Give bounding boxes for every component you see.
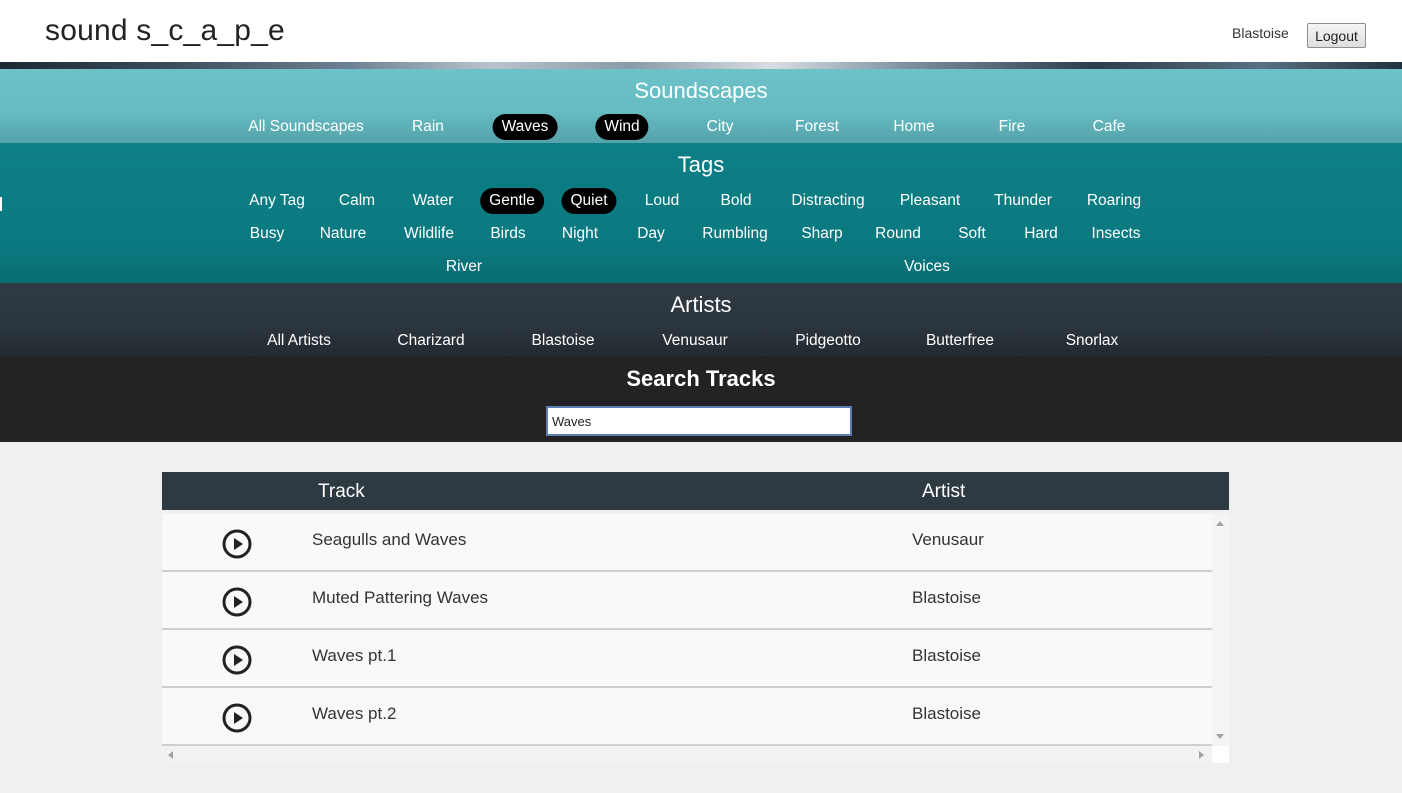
search-tracks-input[interactable] (546, 406, 852, 436)
tag-item-loud[interactable]: Loud (645, 188, 679, 214)
track-artist: Blastoise (912, 704, 981, 723)
artists-section: Artists All Artists Charizard Blastoise … (0, 283, 1402, 356)
track-name: Waves pt.1 (312, 646, 397, 665)
chevron-left-icon[interactable] (168, 751, 173, 759)
soundscape-item-waves[interactable]: Waves (492, 114, 558, 140)
tag-item-day[interactable]: Day (637, 221, 665, 247)
tag-item-river[interactable]: River (446, 254, 482, 280)
column-header-artist: Artist (922, 481, 966, 502)
soundscape-item-forest[interactable]: Forest (795, 114, 839, 140)
artist-item-blastoise[interactable]: Blastoise (532, 328, 595, 354)
tag-item-gentle[interactable]: Gentle (480, 188, 544, 214)
artist-item-snorlax[interactable]: Snorlax (1066, 328, 1119, 354)
chevron-up-icon[interactable] (1216, 521, 1224, 526)
search-section: Search Tracks (0, 356, 1402, 442)
track-artist: Blastoise (912, 646, 981, 665)
tag-item-soft[interactable]: Soft (958, 221, 986, 247)
soundscape-item-rain[interactable]: Rain (412, 114, 444, 140)
tag-item-sharp[interactable]: Sharp (801, 221, 842, 247)
track-artist: Venusaur (912, 530, 984, 549)
tag-item-rumbling[interactable]: Rumbling (702, 221, 767, 247)
soundscape-item-home[interactable]: Home (893, 114, 934, 140)
tag-item-wildlife[interactable]: Wildlife (404, 221, 454, 247)
table-row: Muted Pattering Waves Blastoise (162, 572, 1212, 630)
artist-item-all[interactable]: All Artists (267, 328, 331, 354)
horizontal-scrollbar[interactable] (162, 746, 1212, 763)
artists-title: Artists (670, 292, 732, 317)
play-circle-icon[interactable] (222, 587, 252, 617)
artist-item-charizard[interactable]: Charizard (397, 328, 464, 354)
tag-item-voices[interactable]: Voices (904, 254, 950, 280)
track-artist: Blastoise (912, 588, 981, 607)
tag-item-any[interactable]: Any Tag (249, 188, 305, 214)
tag-item-pleasant[interactable]: Pleasant (900, 188, 960, 214)
current-user-name: Blastoise (1232, 25, 1289, 41)
vertical-scrollbar[interactable] (1212, 514, 1229, 746)
play-circle-icon[interactable] (222, 529, 252, 559)
tag-item-quiet[interactable]: Quiet (561, 188, 617, 214)
tag-item-nature[interactable]: Nature (320, 221, 367, 247)
play-circle-icon[interactable] (222, 645, 252, 675)
column-header-track: Track (318, 481, 365, 502)
soundscapes-section: Soundscapes All Soundscapes Rain Waves W… (0, 69, 1402, 143)
tags-title: Tags (677, 152, 725, 177)
soundscape-item-fire[interactable]: Fire (999, 114, 1026, 140)
tag-item-hard[interactable]: Hard (1024, 221, 1058, 247)
table-row: Seagulls and Waves Venusaur (162, 514, 1212, 572)
search-title: Search Tracks (626, 366, 776, 391)
artist-item-pidgeotto[interactable]: Pidgeotto (795, 328, 861, 354)
play-circle-icon[interactable] (222, 703, 252, 733)
tag-item-birds[interactable]: Birds (490, 221, 525, 247)
header-banner-image (0, 62, 1402, 69)
app-title: sound s_c_a_p_e (45, 14, 285, 47)
tag-item-night[interactable]: Night (562, 221, 598, 247)
soundscape-item-cafe[interactable]: Cafe (1093, 114, 1126, 140)
artist-item-butterfree[interactable]: Butterfree (926, 328, 994, 354)
chevron-down-icon[interactable] (1216, 734, 1224, 739)
left-edge-marker (0, 197, 2, 211)
scrollbar-corner (1212, 746, 1229, 763)
track-name: Muted Pattering Waves (312, 588, 489, 607)
tracks-table-body: Seagulls and Waves Venusaur Muted Patter… (162, 514, 1212, 746)
soundscape-item-all[interactable]: All Soundscapes (248, 114, 363, 140)
tag-item-distracting[interactable]: Distracting (791, 188, 864, 214)
tag-item-calm[interactable]: Calm (339, 188, 375, 214)
tag-item-round[interactable]: Round (875, 221, 921, 247)
chevron-right-icon[interactable] (1199, 751, 1204, 759)
tag-item-insects[interactable]: Insects (1091, 221, 1140, 247)
tags-section: Tags Any Tag Calm Water Gentle Quiet Lou… (0, 143, 1402, 283)
tag-item-roaring[interactable]: Roaring (1087, 188, 1141, 214)
soundscape-item-city[interactable]: City (707, 114, 734, 140)
tag-item-busy[interactable]: Busy (250, 221, 284, 247)
tag-item-bold[interactable]: Bold (720, 188, 751, 214)
track-name: Seagulls and Waves (312, 530, 467, 549)
soundscape-item-wind[interactable]: Wind (595, 114, 649, 140)
tag-item-water[interactable]: Water (413, 188, 454, 214)
artist-item-venusaur[interactable]: Venusaur (662, 328, 728, 354)
tag-item-thunder[interactable]: Thunder (994, 188, 1052, 214)
soundscapes-title: Soundscapes (634, 78, 768, 103)
table-row: Waves pt.2 Blastoise (162, 688, 1212, 746)
tracks-table-header: Track Artist (162, 472, 1229, 510)
logout-button[interactable]: Logout (1307, 23, 1366, 48)
track-name: Waves pt.2 (312, 704, 397, 723)
table-row: Waves pt.1 Blastoise (162, 630, 1212, 688)
top-header: sound s_c_a_p_e Blastoise Logout (0, 0, 1402, 62)
